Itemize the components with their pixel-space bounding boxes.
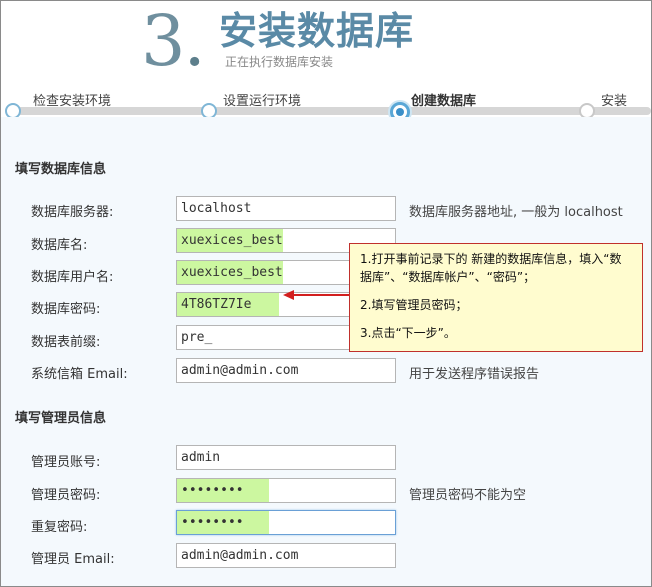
page-title: 安装数据库 bbox=[219, 9, 415, 53]
repeat-password-input[interactable]: •••••••• bbox=[176, 510, 396, 535]
admin-account-input[interactable]: admin bbox=[176, 445, 396, 470]
step-label-runtime-env: 设置运行环境 bbox=[223, 94, 302, 109]
db-prefix-label: 数据表前缀: bbox=[31, 335, 101, 350]
instruction-step-1: 1.打开事前记录下的 新建的数据库信息，填入“数据库”、“数据库帐户”、“密码”… bbox=[360, 252, 622, 284]
step-label-create-db: 创建数据库 bbox=[411, 94, 477, 109]
admin-password-input[interactable]: •••••••• bbox=[176, 478, 396, 503]
db-server-hint: 数据库服务器地址, 一般为 localhost bbox=[409, 205, 623, 220]
annotation-arrow-head-icon bbox=[283, 290, 294, 300]
system-email-input[interactable]: admin@admin.com bbox=[176, 358, 396, 383]
db-section-title: 填写数据库信息 bbox=[15, 162, 107, 177]
system-email-label: 系统信箱 Email: bbox=[31, 367, 128, 382]
instruction-callout: 1.打开事前记录下的 新建的数据库信息，填入“数据库”、“数据库帐户”、“密码”… bbox=[349, 243, 643, 352]
db-server-input[interactable]: localhost bbox=[176, 196, 396, 221]
step-label-check-env: 检查安装环境 bbox=[33, 94, 112, 109]
annotation-arrow-line bbox=[293, 294, 349, 296]
db-password-label: 数据库密码: bbox=[31, 302, 101, 317]
admin-email-label: 管理员 Email: bbox=[31, 552, 115, 567]
db-name-label: 数据库名: bbox=[31, 238, 88, 253]
db-user-label: 数据库用户名: bbox=[31, 270, 114, 285]
admin-section-title: 填写管理员信息 bbox=[15, 411, 107, 426]
step-number: 3. bbox=[141, 0, 206, 82]
system-email-hint: 用于发送程序错误报告 bbox=[409, 367, 540, 382]
admin-password-hint: 管理员密码不能为空 bbox=[409, 488, 527, 503]
installer-window: 3. 安装数据库 正在执行数据库安装 检查安装环境 设置运行环境 创建数据库 安… bbox=[0, 0, 652, 587]
admin-password-label: 管理员密码: bbox=[31, 488, 101, 503]
admin-email-input[interactable]: admin@admin.com bbox=[176, 543, 396, 568]
page-subtitle: 正在执行数据库安装 bbox=[225, 55, 334, 69]
step-label-install: 安装 bbox=[601, 94, 628, 109]
instruction-step-2: 2.填写管理员密码； bbox=[360, 298, 468, 312]
repeat-password-label: 重复密码: bbox=[31, 520, 88, 535]
instruction-step-3: 3.点击“下一步”。 bbox=[360, 326, 456, 340]
db-server-label: 数据库服务器: bbox=[31, 205, 114, 220]
admin-account-label: 管理员账号: bbox=[31, 455, 101, 470]
